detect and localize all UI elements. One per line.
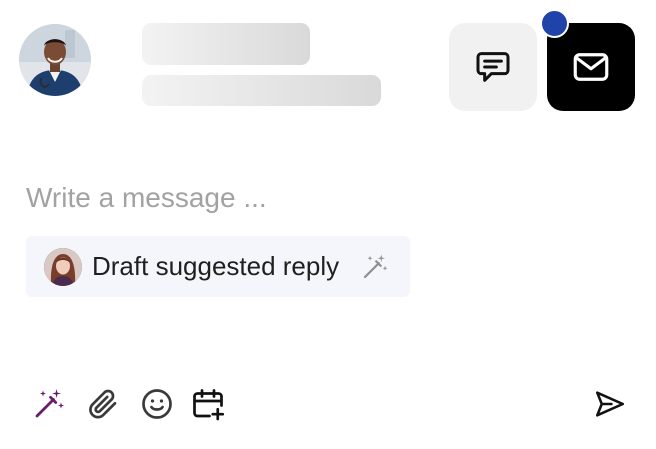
message-square-icon <box>476 52 510 82</box>
suggestion-avatar <box>44 248 82 286</box>
schedule-button[interactable] <box>190 386 226 422</box>
chat-button[interactable] <box>449 23 537 111</box>
smile-icon <box>142 389 172 419</box>
subtitle-placeholder <box>142 75 381 106</box>
message-input[interactable] <box>26 176 546 220</box>
send-button[interactable] <box>593 387 627 421</box>
doctor-avatar-image <box>19 24 91 96</box>
attach-button[interactable] <box>85 386 121 422</box>
notification-dot <box>540 9 569 38</box>
mail-icon <box>573 53 609 81</box>
send-icon <box>595 391 625 417</box>
calendar-plus-icon <box>193 389 225 421</box>
paperclip-icon <box>89 389 117 419</box>
ai-compose-button[interactable] <box>31 386 67 422</box>
emoji-button[interactable] <box>139 386 175 422</box>
name-placeholder <box>142 23 310 65</box>
magic-wand-icon <box>35 389 64 418</box>
draft-suggested-reply-label: Draft suggested reply <box>92 251 340 281</box>
avatar <box>19 24 91 96</box>
woman-avatar-image <box>44 248 82 286</box>
draft-suggested-reply-chip[interactable]: Draft suggested reply <box>26 236 410 297</box>
magic-wand-icon <box>363 254 388 279</box>
